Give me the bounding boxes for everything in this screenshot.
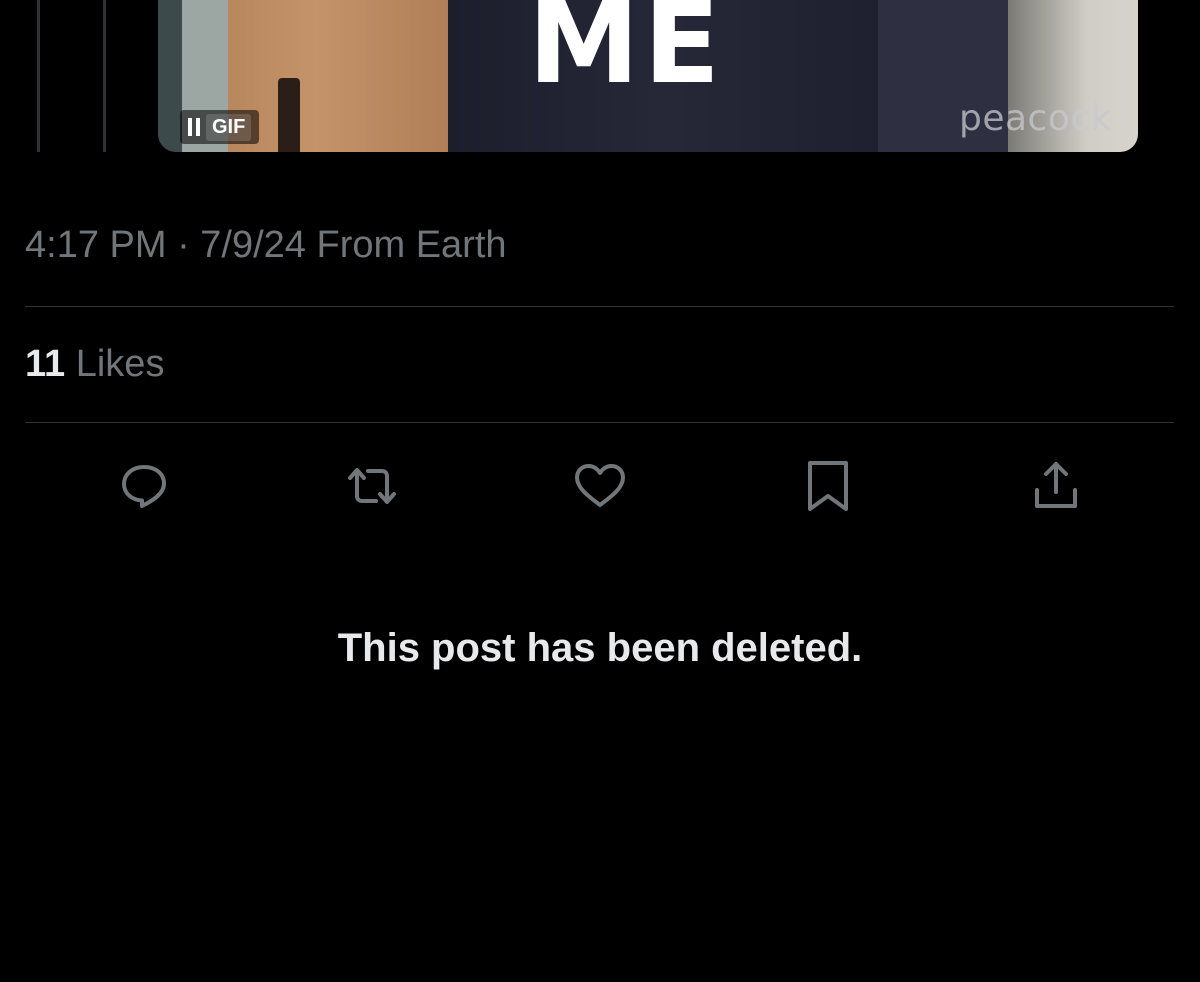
like-button[interactable] (572, 458, 628, 514)
repost-icon (348, 468, 396, 504)
bookmark-button[interactable] (800, 458, 856, 514)
pause-icon[interactable] (188, 117, 200, 137)
bookmark-icon (808, 461, 848, 511)
share-icon (1035, 462, 1077, 508)
thread-line (103, 0, 106, 152)
post-deleted-notice: This post has been deleted. (337, 626, 863, 670)
gif-badge[interactable]: GIF (180, 110, 260, 144)
thread-line (37, 0, 40, 152)
post-timestamp[interactable]: 4:17 PM · 7/9/24 From Earth (25, 224, 507, 267)
share-button[interactable] (1028, 458, 1084, 514)
likes-label: Likes (75, 343, 165, 385)
divider (25, 306, 1174, 307)
peacock-watermark: peacock (958, 98, 1112, 139)
reply-button[interactable] (116, 458, 172, 514)
post-action-bar (0, 458, 1200, 514)
heart-icon (575, 464, 625, 507)
divider (25, 422, 1174, 423)
gif-media[interactable]: ME peacock GIF (158, 0, 1138, 152)
gif-caption-text: ME (528, 0, 724, 109)
reply-icon (122, 465, 166, 508)
likes-number: 11 (25, 343, 66, 385)
repost-button[interactable] (344, 458, 400, 514)
likes-count[interactable]: 11 Likes (25, 343, 164, 386)
gif-label: GIF (206, 113, 252, 141)
